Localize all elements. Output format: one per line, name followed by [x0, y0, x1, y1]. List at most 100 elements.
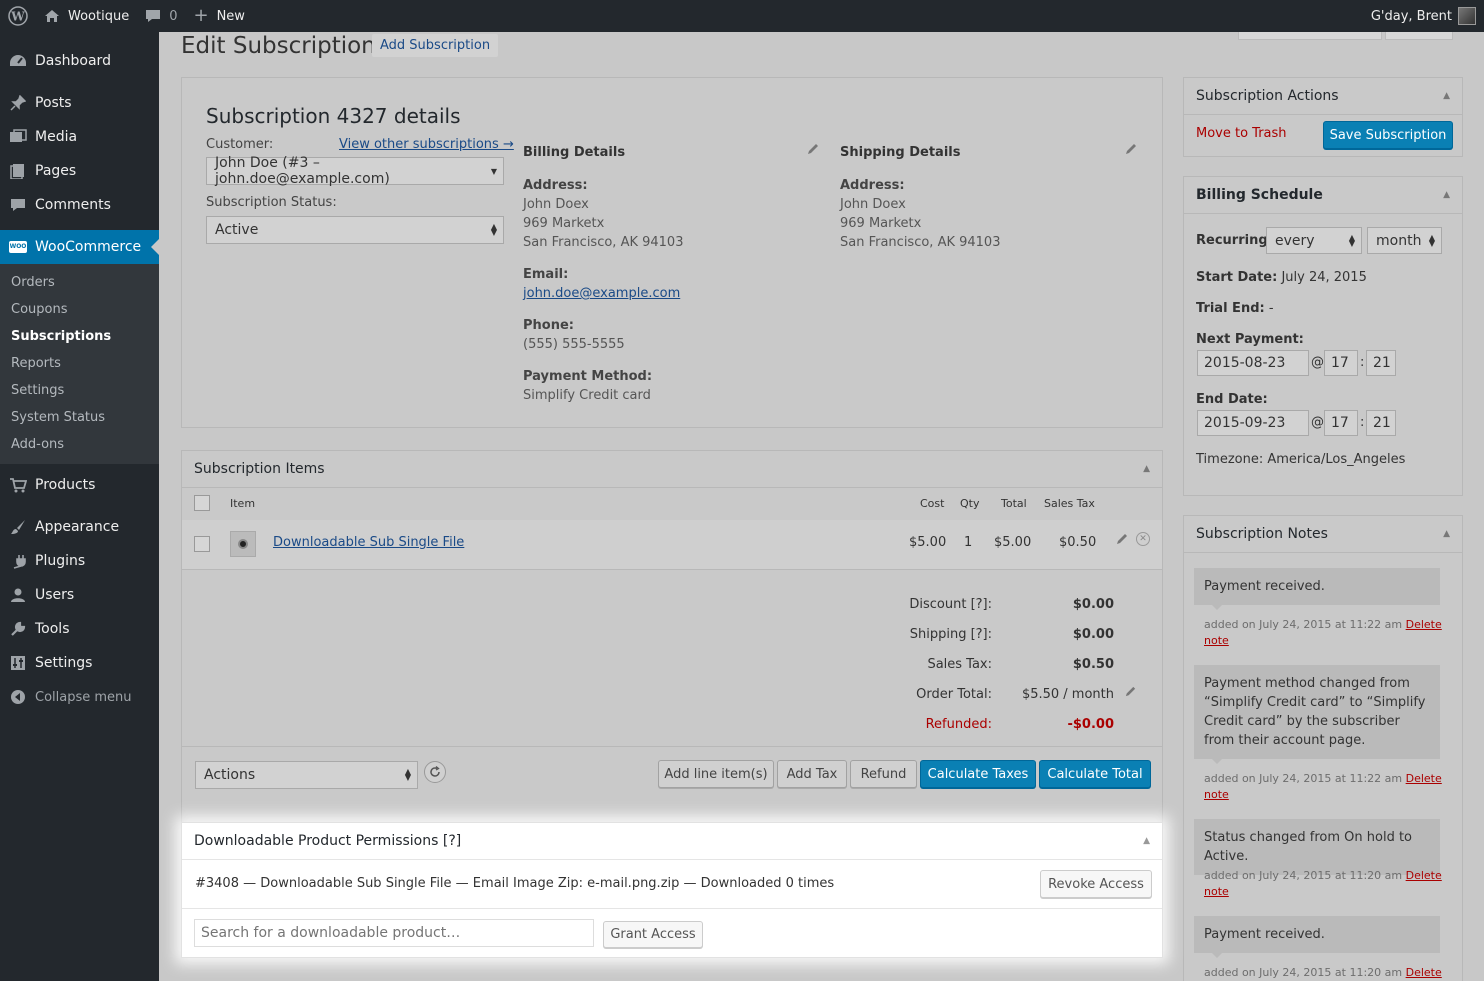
- menu-media[interactable]: Media: [0, 120, 159, 154]
- edit-item-pencil-icon[interactable]: [1115, 532, 1129, 550]
- site-name-link[interactable]: Wootique: [36, 0, 137, 32]
- submenu-add-ons[interactable]: Add-ons: [0, 431, 159, 458]
- notes-box-header[interactable]: Subscription Notes ▲: [1184, 516, 1462, 553]
- bulk-actions-select[interactable]: Actions ▲ ▼: [195, 761, 418, 789]
- calculate-taxes-button[interactable]: Calculate Taxes: [920, 760, 1036, 788]
- submenu-reports[interactable]: Reports: [0, 350, 159, 377]
- menu-tools[interactable]: Tools: [0, 612, 159, 646]
- reload-icon[interactable]: [424, 761, 446, 783]
- end-date-minute-input[interactable]: 21: [1366, 410, 1396, 436]
- menu-label: Appearance: [35, 519, 120, 535]
- start-date-label: Start Date:: [1196, 270, 1278, 285]
- view-other-subscriptions-link[interactable]: View other subscriptions →: [339, 137, 514, 152]
- delete-note-link[interactable]: Delete: [1406, 772, 1442, 785]
- user-icon: [8, 585, 28, 605]
- col-total: Total: [1001, 497, 1027, 510]
- save-subscription-button[interactable]: Save Subscription: [1323, 121, 1453, 149]
- delete-note-link[interactable]: Delete: [1406, 966, 1442, 979]
- wrench-icon: [8, 619, 28, 639]
- subscription-details-box: Subscription 4327 details Customer: View…: [181, 77, 1163, 428]
- collapse-menu-button[interactable]: Collapse menu: [0, 680, 159, 714]
- row-checkbox[interactable]: [194, 536, 210, 552]
- submenu-coupons[interactable]: Coupons: [0, 296, 159, 323]
- submenu-orders[interactable]: Orders: [0, 269, 159, 296]
- delete-note-link[interactable]: note: [1204, 634, 1229, 647]
- settings-sliders-icon: [8, 653, 28, 673]
- end-date-hour-input[interactable]: 17: [1324, 410, 1358, 436]
- trial-end-value: -: [1268, 301, 1274, 316]
- menu-appearance[interactable]: Appearance: [0, 510, 159, 544]
- submenu-settings[interactable]: Settings: [0, 377, 159, 404]
- schedule-box-header[interactable]: Billing Schedule ▲: [1184, 177, 1462, 214]
- at-sign: @: [1311, 415, 1324, 430]
- comments-link[interactable]: 0: [137, 0, 185, 32]
- billing-details-title: Billing Details: [523, 145, 626, 160]
- downloads-box-header[interactable]: Downloadable Product Permissions [?] ▲: [182, 823, 1162, 860]
- billing-interval-select[interactable]: every ▲ ▼: [1266, 227, 1362, 254]
- billing-period-select[interactable]: month ▲ ▼: [1367, 227, 1442, 254]
- product-thumbnail: [230, 531, 256, 557]
- note-item: Payment received.: [1194, 916, 1440, 958]
- menu-products[interactable]: Products: [0, 468, 159, 502]
- end-date-input[interactable]: 2015-09-23: [1197, 410, 1309, 436]
- select-all-checkbox[interactable]: [194, 495, 210, 511]
- user-account-menu[interactable]: G'day, Brent: [1363, 0, 1484, 32]
- menu-dashboard[interactable]: Dashboard: [0, 44, 159, 78]
- add-tax-button[interactable]: Add Tax: [777, 760, 847, 788]
- move-to-trash-link[interactable]: Move to Trash: [1196, 126, 1287, 141]
- add-line-items-button[interactable]: Add line item(s): [658, 760, 774, 788]
- paintbrush-icon: [8, 517, 28, 537]
- actions-box-header[interactable]: Subscription Actions ▲: [1184, 78, 1462, 115]
- updown-arrows-icon: ▲ ▼: [490, 222, 497, 237]
- collapse-toggle-icon[interactable]: ▲: [1443, 91, 1450, 101]
- menu-users[interactable]: Users: [0, 578, 159, 612]
- submenu-subscriptions[interactable]: Subscriptions: [0, 323, 159, 350]
- customer-select[interactable]: John Doe (#3 – john.doe@example.com) ▼: [206, 155, 504, 187]
- menu-posts[interactable]: Posts: [0, 86, 159, 120]
- product-name-link[interactable]: Downloadable Sub Single File: [273, 535, 464, 550]
- delete-note-link[interactable]: Delete: [1406, 869, 1442, 882]
- menu-plugins[interactable]: Plugins: [0, 544, 159, 578]
- comments-icon: [8, 195, 28, 215]
- collapse-toggle-icon[interactable]: ▲: [1143, 836, 1150, 846]
- page-title: Edit Subscription: [181, 33, 376, 59]
- add-subscription-button[interactable]: Add Subscription: [372, 34, 499, 57]
- row-total: $5.00: [994, 535, 1032, 550]
- delete-note-link[interactable]: note: [1204, 788, 1229, 801]
- new-content-link[interactable]: + New: [185, 0, 252, 32]
- avatar: [1458, 7, 1476, 25]
- search-downloadable-product-input[interactable]: [194, 919, 594, 947]
- end-date-label: End Date:: [1196, 392, 1268, 407]
- next-payment-minute-input[interactable]: 21: [1366, 350, 1396, 376]
- delete-note-link[interactable]: Delete: [1406, 618, 1442, 631]
- next-payment-date-input[interactable]: 2015-08-23: [1197, 350, 1309, 376]
- collapse-toggle-icon[interactable]: ▲: [1443, 529, 1450, 539]
- calculate-total-button[interactable]: Calculate Total: [1039, 760, 1151, 788]
- menu-comments[interactable]: Comments: [0, 188, 159, 222]
- revoke-access-button[interactable]: Revoke Access: [1040, 870, 1152, 898]
- billing-email-link[interactable]: john.doe@example.com: [523, 286, 680, 301]
- at-sign: @: [1311, 355, 1324, 370]
- next-payment-hour-input[interactable]: 17: [1324, 350, 1358, 376]
- delete-item-icon[interactable]: ✕: [1136, 532, 1150, 546]
- order-total-value: $5.50 / month: [1021, 687, 1114, 702]
- menu-woocommerce[interactable]: WOO WooCommerce: [0, 230, 159, 264]
- status-select[interactable]: Active ▲ ▼: [206, 216, 504, 244]
- edit-total-pencil-icon[interactable]: [1124, 680, 1137, 710]
- delete-note-link[interactable]: note: [1204, 885, 1229, 898]
- items-box-header[interactable]: Subscription Items ▲: [182, 451, 1162, 488]
- edit-shipping-pencil-icon[interactable]: [1124, 142, 1138, 160]
- svg-text:W: W: [10, 10, 25, 24]
- grant-access-button[interactable]: Grant Access: [603, 921, 703, 948]
- status-value: Active: [215, 222, 259, 238]
- plug-icon: [8, 551, 28, 571]
- menu-settings[interactable]: Settings: [0, 646, 159, 680]
- submenu-system-status[interactable]: System Status: [0, 404, 159, 431]
- refund-button[interactable]: Refund: [850, 760, 917, 788]
- dashboard-icon: [8, 51, 28, 71]
- edit-billing-pencil-icon[interactable]: [806, 142, 820, 160]
- wordpress-logo-icon[interactable]: W: [0, 0, 36, 32]
- menu-pages[interactable]: Pages: [0, 154, 159, 188]
- collapse-toggle-icon[interactable]: ▲: [1143, 464, 1150, 474]
- collapse-toggle-icon[interactable]: ▲: [1443, 190, 1450, 200]
